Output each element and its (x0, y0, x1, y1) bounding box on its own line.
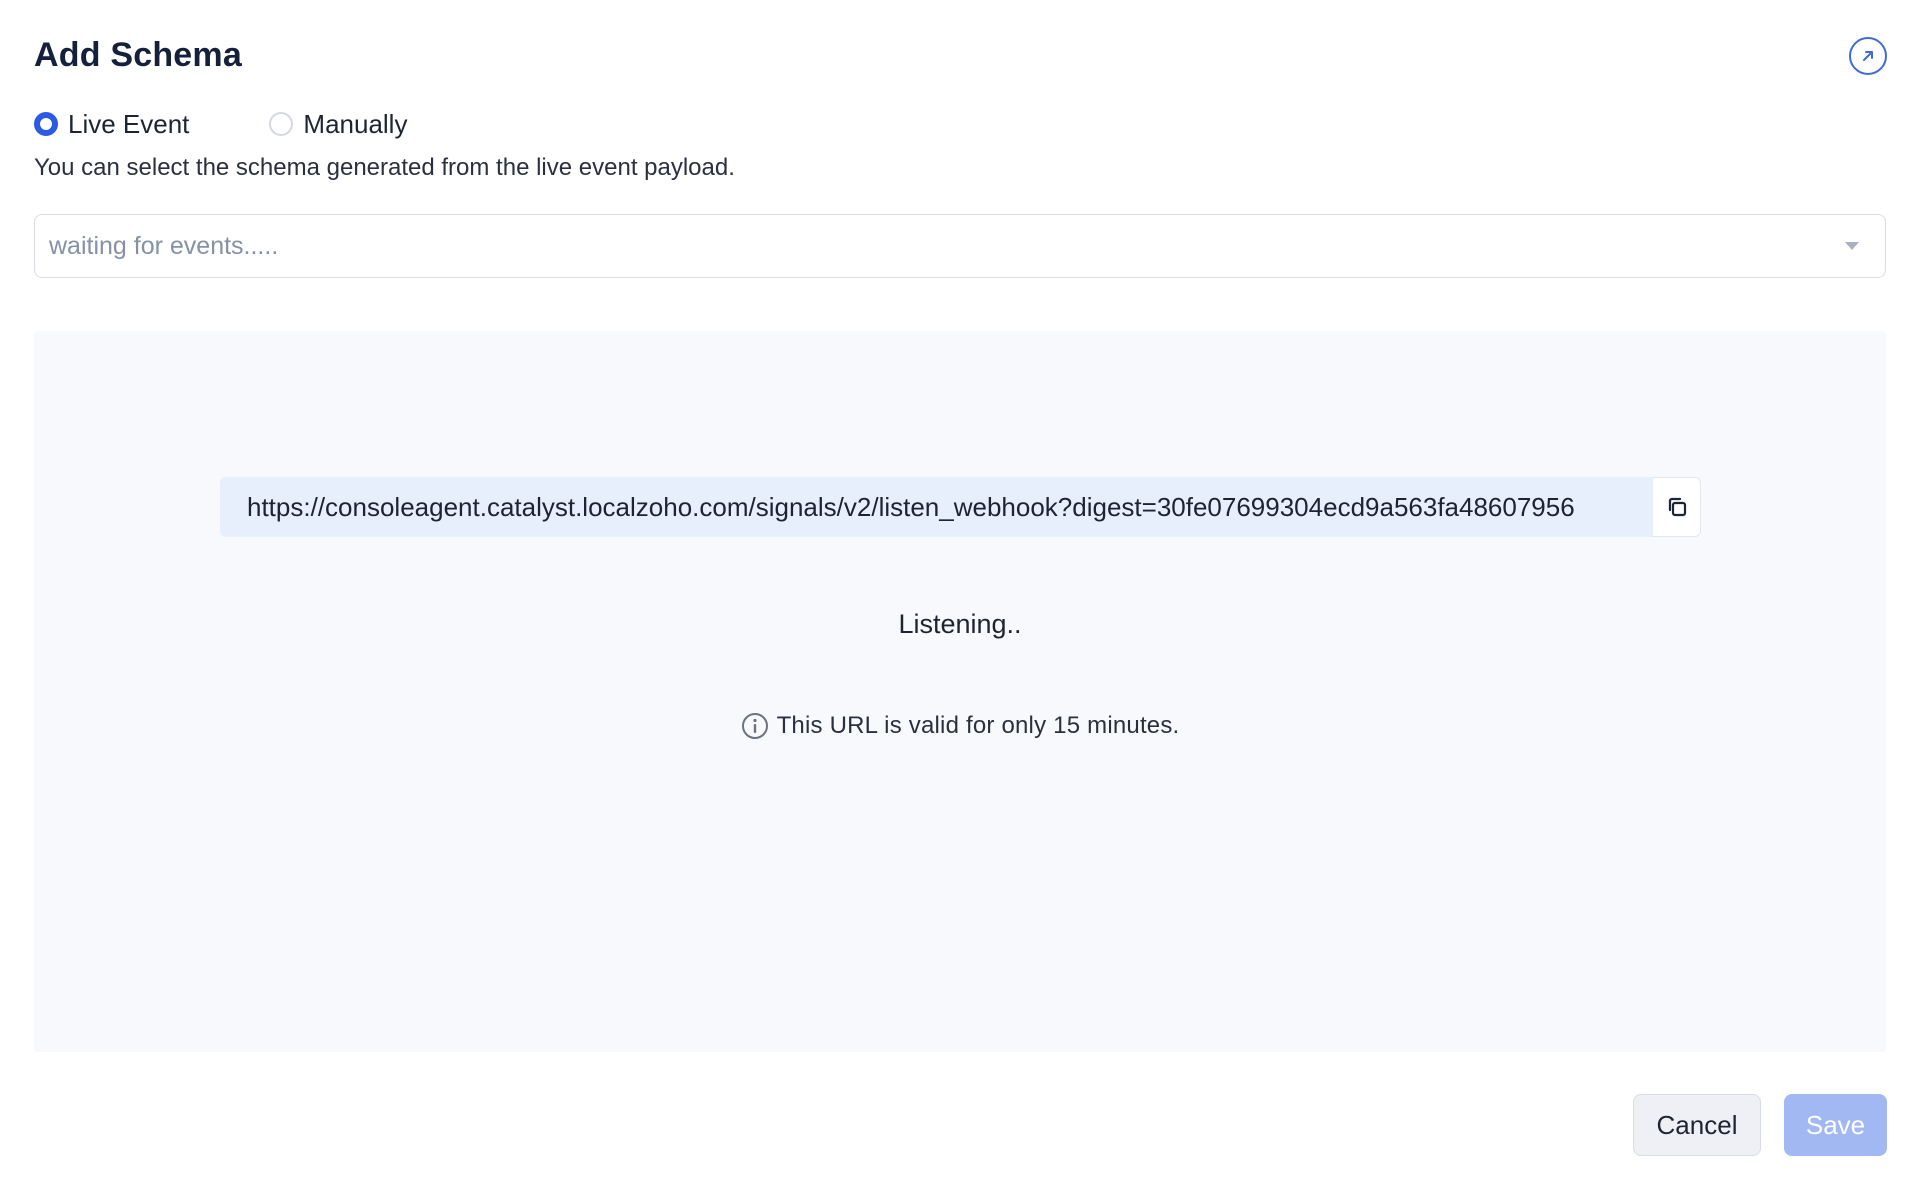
webhook-url-field: https://consoleagent.catalyst.localzoho.… (220, 477, 1701, 537)
event-select-dropdown[interactable]: waiting for events..... (34, 214, 1886, 278)
radio-manually-label[interactable]: Manually (303, 109, 407, 140)
cancel-button[interactable]: Cancel (1633, 1094, 1761, 1156)
info-icon (741, 713, 768, 739)
arrow-up-right-icon (1863, 51, 1873, 61)
copy-url-button[interactable] (1653, 477, 1701, 537)
event-select-placeholder: waiting for events..... (49, 231, 279, 260)
dialog-title: Add Schema (34, 36, 242, 74)
radio-manually-circle[interactable] (269, 112, 294, 136)
listening-status: Listening.. (898, 609, 1022, 639)
live-event-panel: https://consoleagent.catalyst.localzoho.… (34, 331, 1886, 1052)
radio-manually[interactable]: Manually (269, 109, 407, 140)
radio-live-event-label[interactable]: Live Event (68, 109, 189, 140)
expand-button[interactable] (1849, 37, 1887, 75)
save-button[interactable]: Save (1784, 1094, 1887, 1156)
source-description: You can select the schema generated from… (34, 154, 735, 181)
schema-source-radio-group: Live Event Manually (34, 108, 407, 140)
add-schema-dialog: Add Schema Live Event Manually You can s… (0, 0, 1930, 1190)
url-validity-note: This URL is valid for only 15 minutes. (34, 712, 1886, 740)
webhook-url-text[interactable]: https://consoleagent.catalyst.localzoho.… (220, 477, 1653, 537)
radio-live-event[interactable]: Live Event (34, 109, 189, 140)
copy-icon (1668, 497, 1686, 517)
caret-down-icon (1845, 242, 1859, 250)
url-validity-text: This URL is valid for only 15 minutes. (776, 712, 1180, 739)
radio-live-event-circle[interactable] (34, 112, 58, 136)
